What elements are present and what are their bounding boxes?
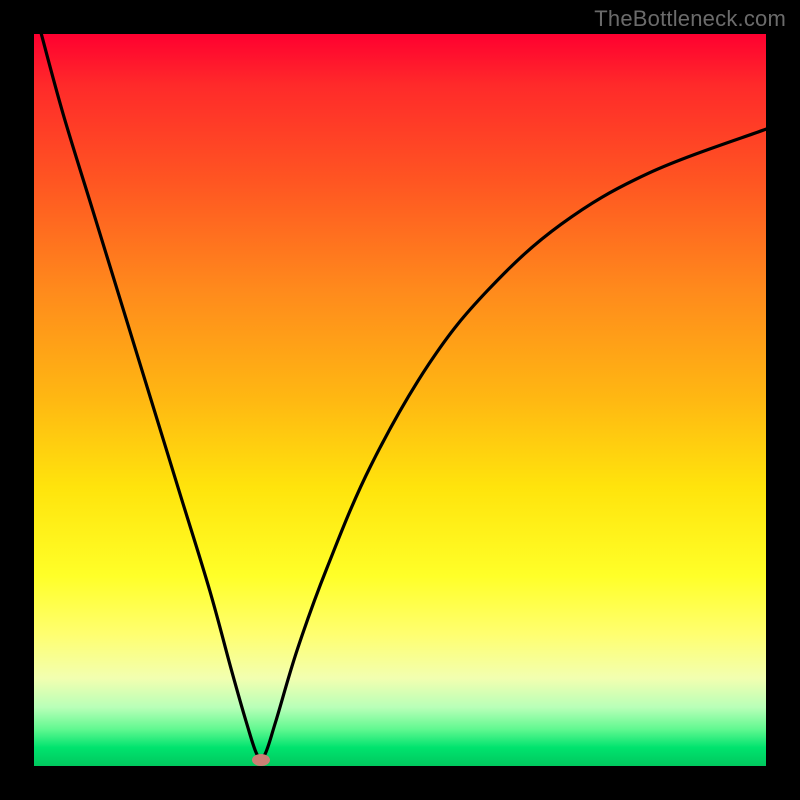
chart-plot-area bbox=[34, 34, 766, 766]
watermark-text: TheBottleneck.com bbox=[594, 6, 786, 32]
bottleneck-curve bbox=[34, 34, 766, 766]
optimal-point-marker bbox=[252, 754, 270, 766]
